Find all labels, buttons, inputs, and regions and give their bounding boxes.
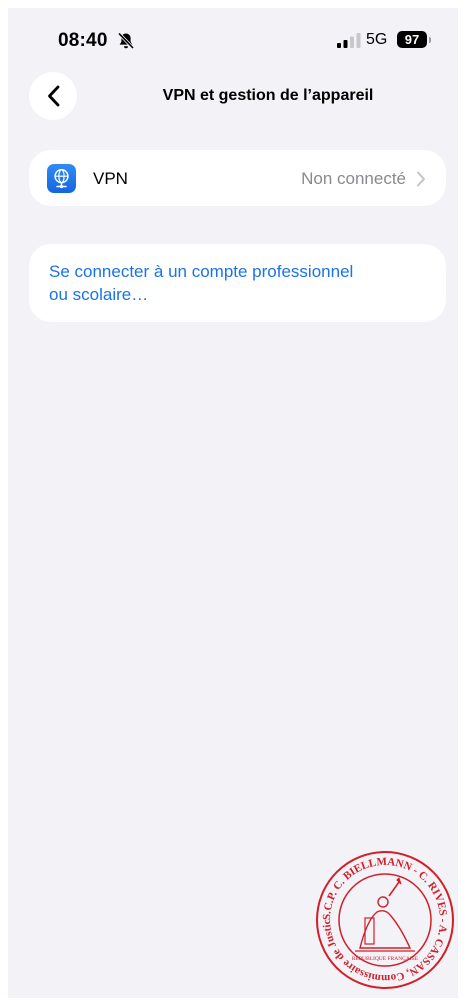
work-account-line1: Se connecter à un compte professionnel	[49, 262, 354, 281]
vpn-row[interactable]: VPN Non connecté	[29, 150, 446, 206]
vpn-status: Non connecté	[301, 169, 406, 188]
battery-tip	[429, 37, 431, 43]
chevron-right-icon	[417, 171, 425, 187]
back-button[interactable]	[29, 72, 77, 120]
status-time: 08:40	[58, 30, 108, 51]
vpn-globe-icon	[47, 164, 76, 193]
official-stamp: S.C.P. C. BIELLMANN - C. RIVES - A. CASS…	[315, 850, 454, 989]
svg-text:S.C.P. C. BIELLMANN - C. RIVES: S.C.P. C. BIELLMANN - C. RIVES - A. CASS…	[315, 850, 449, 984]
chevron-left-icon	[47, 85, 59, 107]
settings-screen: 08:40 5G 97 VPN et gestion de l’appareil	[8, 8, 458, 998]
signal-icon	[337, 33, 361, 48]
work-account-link[interactable]: Se connecter à un compte professionnel o…	[49, 260, 426, 306]
bell-slash-icon	[117, 32, 135, 50]
vpn-label: VPN	[93, 169, 128, 188]
svg-text:RÉPUBLIQUE FRANÇAISE: RÉPUBLIQUE FRANÇAISE	[352, 954, 419, 962]
battery-indicator: 97	[397, 31, 427, 48]
page-title: VPN et gestion de l’appareil	[162, 87, 374, 104]
status-bar: 08:40 5G 97	[8, 8, 458, 68]
work-account-row[interactable]: Se connecter à un compte professionnel o…	[29, 244, 446, 322]
network-type: 5G	[366, 31, 388, 48]
work-account-line2: ou scolaire…	[49, 285, 149, 304]
